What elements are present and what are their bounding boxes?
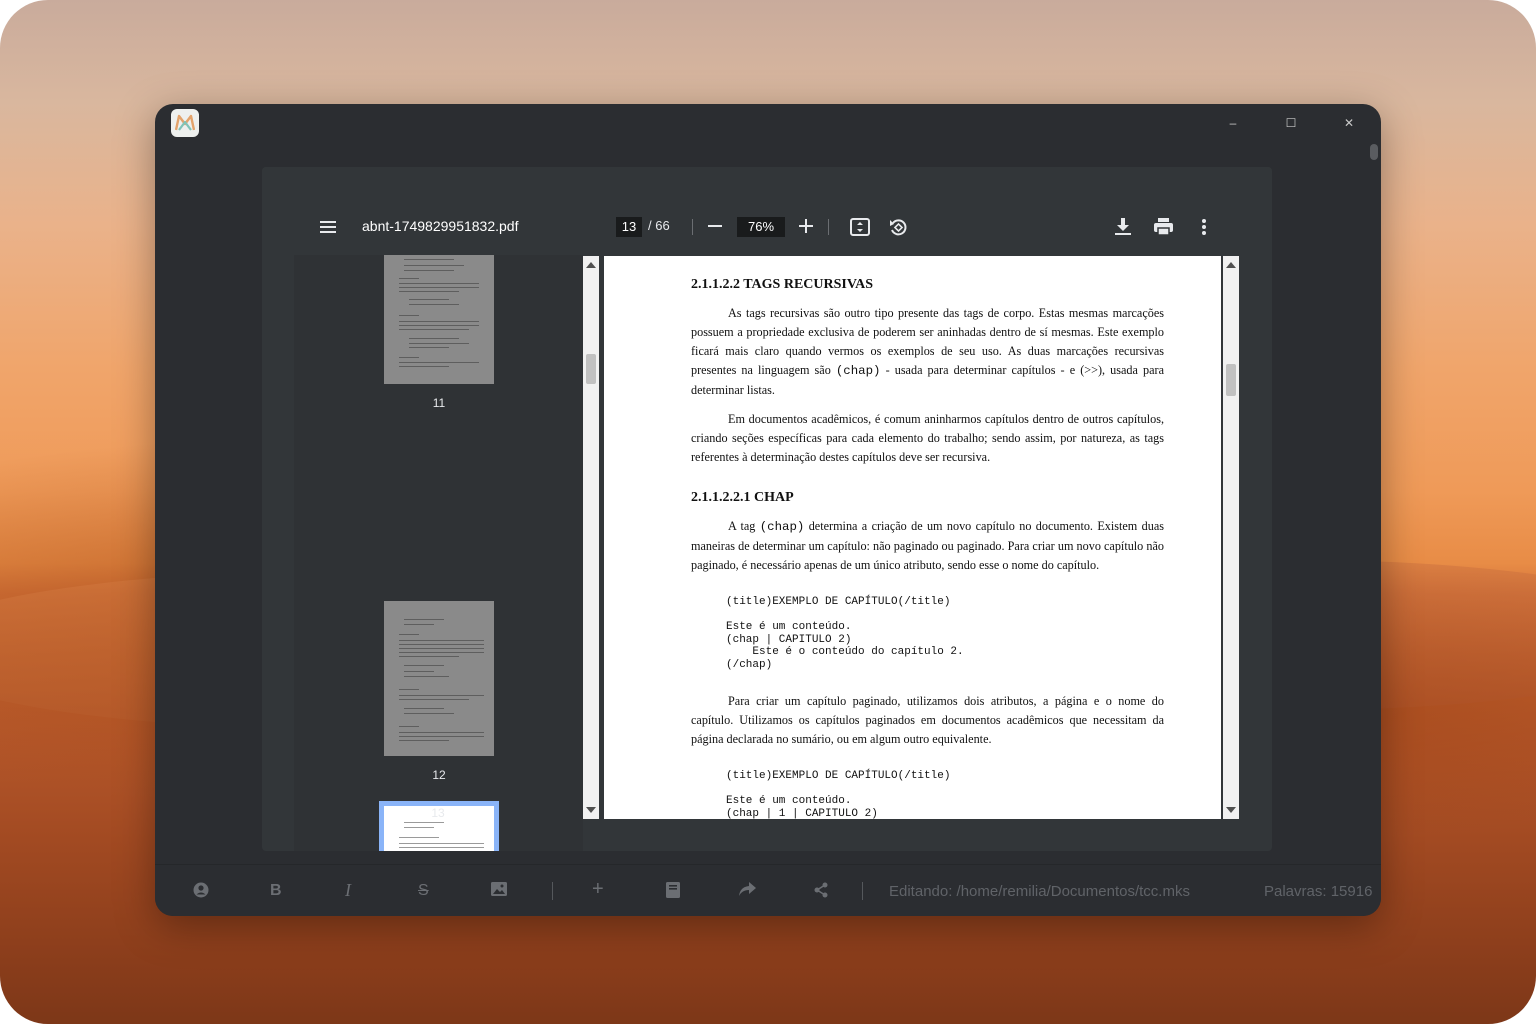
toolbar-divider — [828, 219, 829, 235]
user-icon[interactable] — [193, 882, 209, 903]
page-number-input[interactable]: 13 — [616, 217, 642, 237]
add-icon[interactable]: + — [592, 878, 604, 901]
thumbnail-label: 11 — [432, 396, 446, 410]
strikethrough-icon[interactable]: S — [418, 882, 429, 900]
paragraph: A tag (chap) determina a criação de um n… — [691, 519, 1164, 572]
scroll-down-icon[interactable] — [1226, 807, 1236, 813]
share-arrow-icon[interactable] — [739, 882, 756, 901]
paragraph: As tags recursivas são outro tipo presen… — [691, 306, 1164, 397]
paragraph: Em documentos acadêmicos, é comum aninha… — [691, 412, 1164, 464]
window-scrollbar[interactable] — [1370, 144, 1378, 160]
zoom-out-icon[interactable] — [708, 219, 722, 238]
more-icon[interactable] — [1202, 219, 1206, 240]
scrollbar-thumb[interactable] — [586, 354, 596, 384]
thumbnail-label: 12 — [432, 768, 446, 782]
scrollbar-thumb[interactable] — [1226, 364, 1236, 396]
page-thumbnail[interactable] — [384, 601, 494, 756]
editing-path: Editando: /home/remilia/Documentos/tcc.m… — [889, 883, 1190, 900]
thumbnail-label: 13 — [431, 806, 445, 820]
fit-page-icon[interactable] — [850, 218, 870, 241]
code-block: (title)EXEMPLO DE CAPÍTULO(/title) Este … — [726, 770, 951, 819]
minimize-icon[interactable]: – — [1222, 112, 1244, 134]
page-thumbnail[interactable] — [384, 255, 494, 384]
document-scrollbar[interactable] — [1223, 256, 1239, 819]
paragraph: Para criar um capítulo paginado, utiliza… — [691, 694, 1164, 746]
pdf-page: 2.1.1.2.2 TAGS RECURSIVAS As tags recurs… — [604, 256, 1221, 819]
zoom-in-icon[interactable] — [799, 219, 813, 238]
thumbnail-sidebar: 11 12 — [294, 255, 583, 851]
close-icon[interactable]: ✕ — [1338, 112, 1360, 134]
section-heading: 2.1.1.2.2.1 CHAP — [691, 490, 794, 505]
maximize-icon[interactable]: ☐ — [1280, 112, 1302, 134]
book-icon[interactable] — [666, 882, 680, 903]
share-icon[interactable] — [814, 882, 828, 903]
toolbar-divider — [862, 882, 863, 900]
editor-toolbar: B I S + Editando: /home/remilia/Document… — [155, 864, 1381, 916]
sidebar-scrollbar[interactable] — [583, 256, 599, 819]
menu-icon[interactable] — [320, 220, 336, 239]
pdf-filename: abnt-1749829951832.pdf — [362, 218, 519, 234]
pdf-toolbar: abnt-1749829951832.pdf 13 / 66 76% — [262, 167, 1272, 255]
toolbar-divider — [692, 219, 693, 235]
toolbar-divider — [552, 882, 553, 900]
pdf-viewer: abnt-1749829951832.pdf 13 / 66 76% 11 12… — [262, 167, 1272, 851]
scroll-up-icon[interactable] — [1226, 262, 1236, 268]
image-icon[interactable] — [491, 882, 507, 901]
app-window: – ☐ ✕ abnt-1749829951832.pdf 13 / 66 76% — [155, 104, 1381, 916]
download-icon[interactable] — [1115, 218, 1131, 241]
page-total: / 66 — [648, 218, 670, 233]
rotate-icon[interactable] — [888, 217, 908, 242]
word-count: Palavras: 15916 — [1264, 883, 1373, 900]
code-block: (title)EXEMPLO DE CAPÍTULO(/title) Este … — [726, 596, 964, 671]
bold-icon[interactable]: B — [270, 882, 282, 900]
scroll-down-icon[interactable] — [586, 807, 596, 813]
desktop-wallpaper: – ☐ ✕ abnt-1749829951832.pdf 13 / 66 76% — [0, 0, 1536, 1024]
section-heading: 2.1.1.2.2 TAGS RECURSIVAS — [691, 277, 874, 292]
app-logo-icon — [171, 109, 199, 137]
print-icon[interactable] — [1154, 218, 1173, 241]
italic-icon[interactable]: I — [345, 880, 351, 901]
zoom-input[interactable]: 76% — [737, 217, 785, 237]
scroll-up-icon[interactable] — [586, 262, 596, 268]
